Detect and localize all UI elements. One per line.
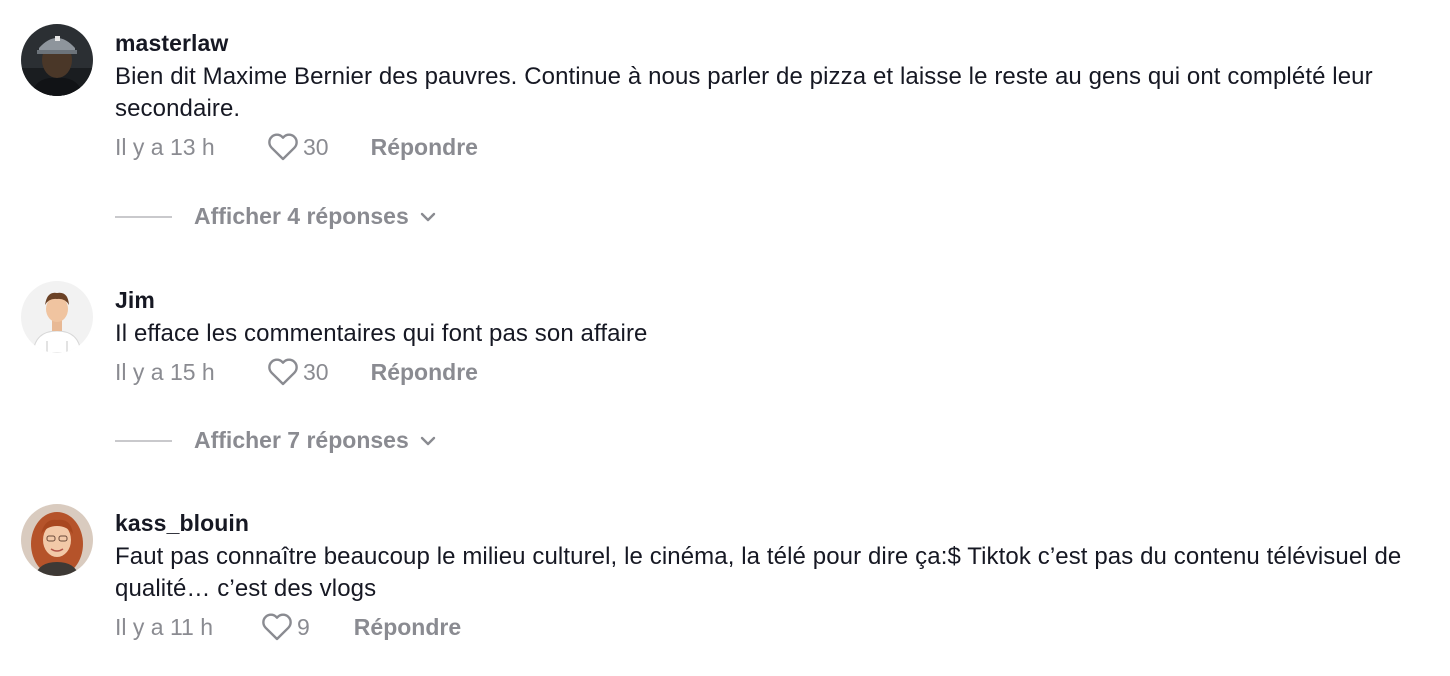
comment-content: Jim Il efface les commentaires qui font … [115,286,1436,388]
like-button[interactable]: 9 [261,612,310,642]
comment-meta: Il y a 11 h 9 Répondre [115,611,1436,643]
chevron-down-icon [420,436,435,445]
comment-text: Il efface les commentaires qui font pas … [115,320,648,347]
avatar[interactable] [21,24,93,96]
reply-button[interactable]: Répondre [371,134,478,161]
reply-button[interactable]: Répondre [371,359,478,386]
divider-line [115,215,172,218]
comment-timestamp: Il y a 11 h [115,613,214,640]
view-replies-label: Afficher 4 réponses [194,203,409,229]
heart-icon [268,358,298,386]
comment-meta: Il y a 15 h 30 Répondre [115,356,1436,388]
avatar[interactable] [21,504,93,576]
comment-content: kass_blouin Faut pas connaître beaucoup … [115,509,1436,643]
like-button[interactable]: 30 [267,357,329,387]
comment-username[interactable]: Jim [115,286,1436,314]
avatar-image [21,24,93,96]
view-replies-label: Afficher 7 réponses [194,427,409,453]
chevron-down-icon [420,212,435,221]
heart-icon [268,133,298,161]
view-replies-button[interactable]: Afficher 4 réponses [115,203,437,230]
reply-button[interactable]: Répondre [354,614,461,641]
avatar-image [21,504,93,576]
view-replies-button[interactable]: Afficher 7 réponses [115,427,437,454]
comment-content: masterlaw Bien dit Maxime Bernier des pa… [115,29,1436,163]
comment-timestamp: Il y a 13 h [115,133,215,160]
avatar[interactable] [21,281,93,353]
like-button[interactable]: 30 [267,132,329,162]
comment-timestamp: Il y a 15 h [115,358,215,385]
divider-line [115,439,172,442]
like-count: 9 [297,613,310,640]
comment-meta: Il y a 13 h 30 Répondre [115,131,1436,163]
comment-username[interactable]: kass_blouin [115,509,1436,537]
heart-icon [262,613,292,641]
like-count: 30 [303,133,329,160]
comment-text: Faut pas connaître beaucoup le milieu cu… [115,543,1402,602]
comment-text: Bien dit Maxime Bernier des pauvres. Con… [115,63,1373,122]
avatar-image [21,281,93,353]
comment-username[interactable]: masterlaw [115,29,1436,57]
like-count: 30 [303,358,329,385]
